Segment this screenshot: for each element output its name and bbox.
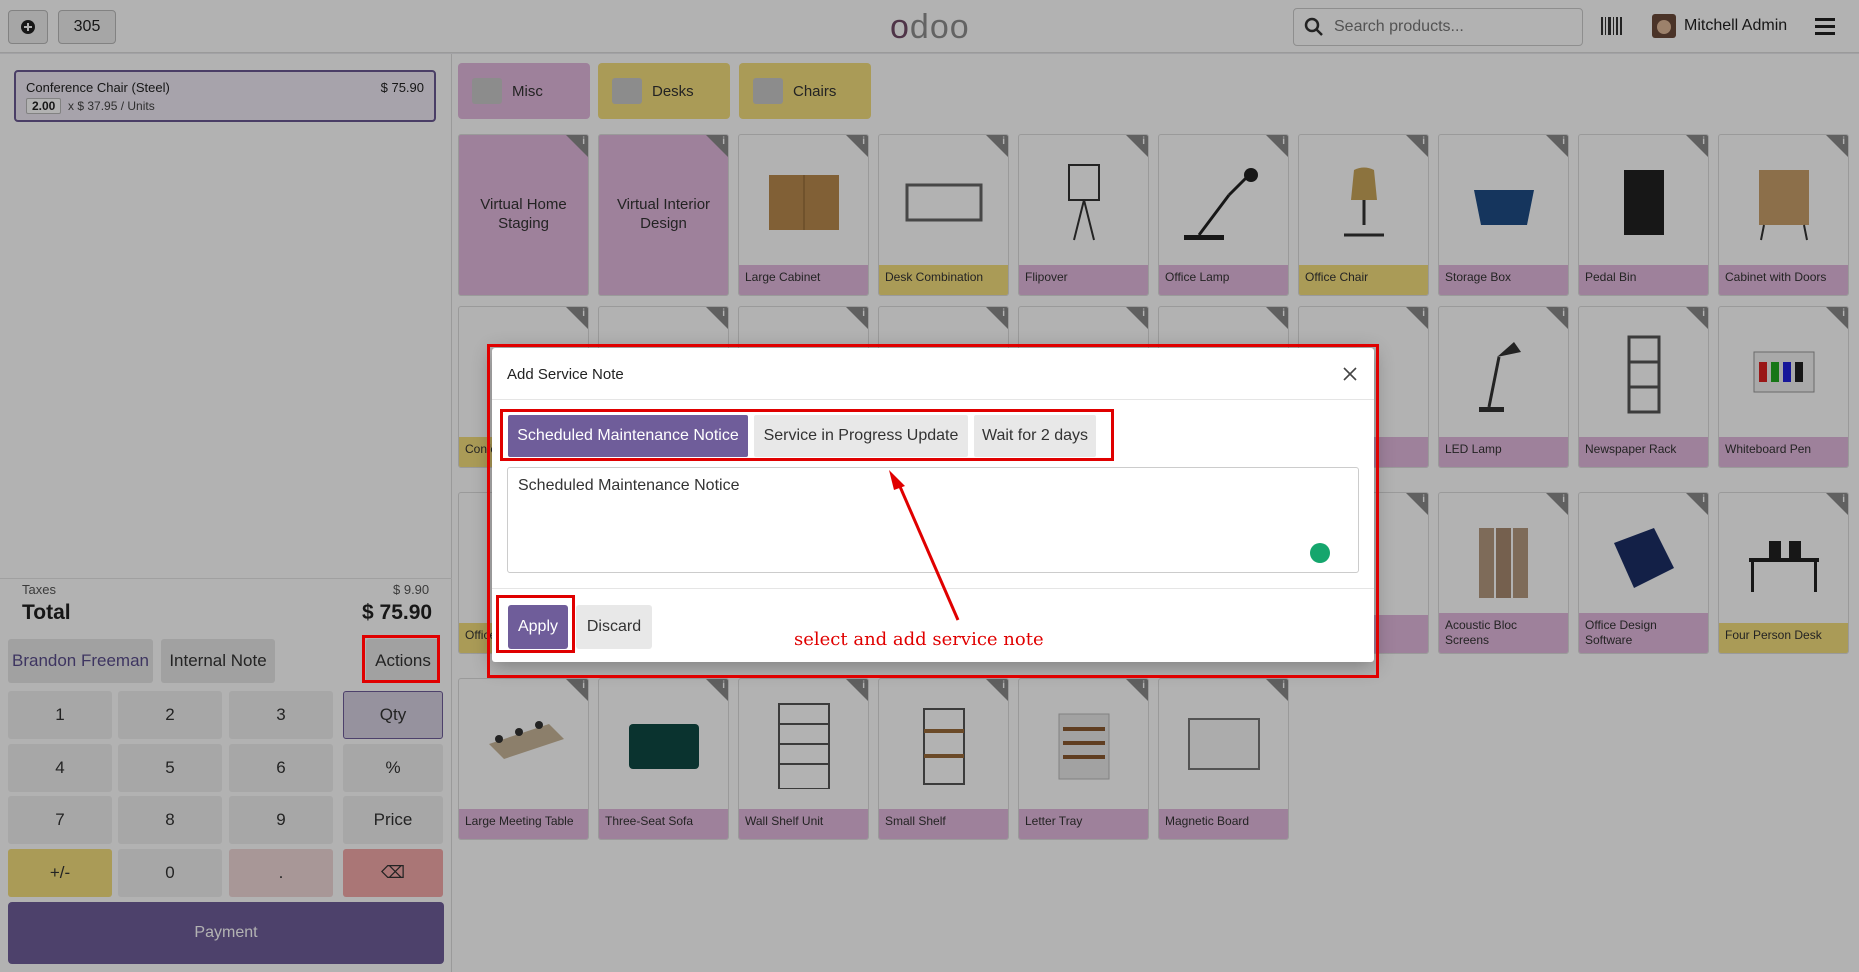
close-icon: [1343, 367, 1357, 381]
dialog-header: Add Service Note: [492, 348, 1374, 400]
discard-button[interactable]: Discard: [576, 605, 652, 649]
service-note-textarea[interactable]: [507, 467, 1359, 573]
annotation-text: select and add service note: [794, 629, 1044, 650]
apply-button[interactable]: Apply: [508, 605, 568, 649]
grammarly-icon[interactable]: [1310, 543, 1330, 563]
preset-service-in-progress[interactable]: Service in Progress Update: [754, 415, 968, 457]
dialog-footer: Apply Discard: [492, 588, 1374, 662]
preset-scheduled-maintenance[interactable]: Scheduled Maintenance Notice: [508, 415, 748, 457]
close-button[interactable]: [1338, 362, 1362, 386]
service-note-dialog: Add Service Note Scheduled Maintenance N…: [492, 348, 1374, 662]
dialog-title: Add Service Note: [507, 366, 624, 383]
preset-wait-2-days[interactable]: Wait for 2 days: [974, 415, 1096, 457]
